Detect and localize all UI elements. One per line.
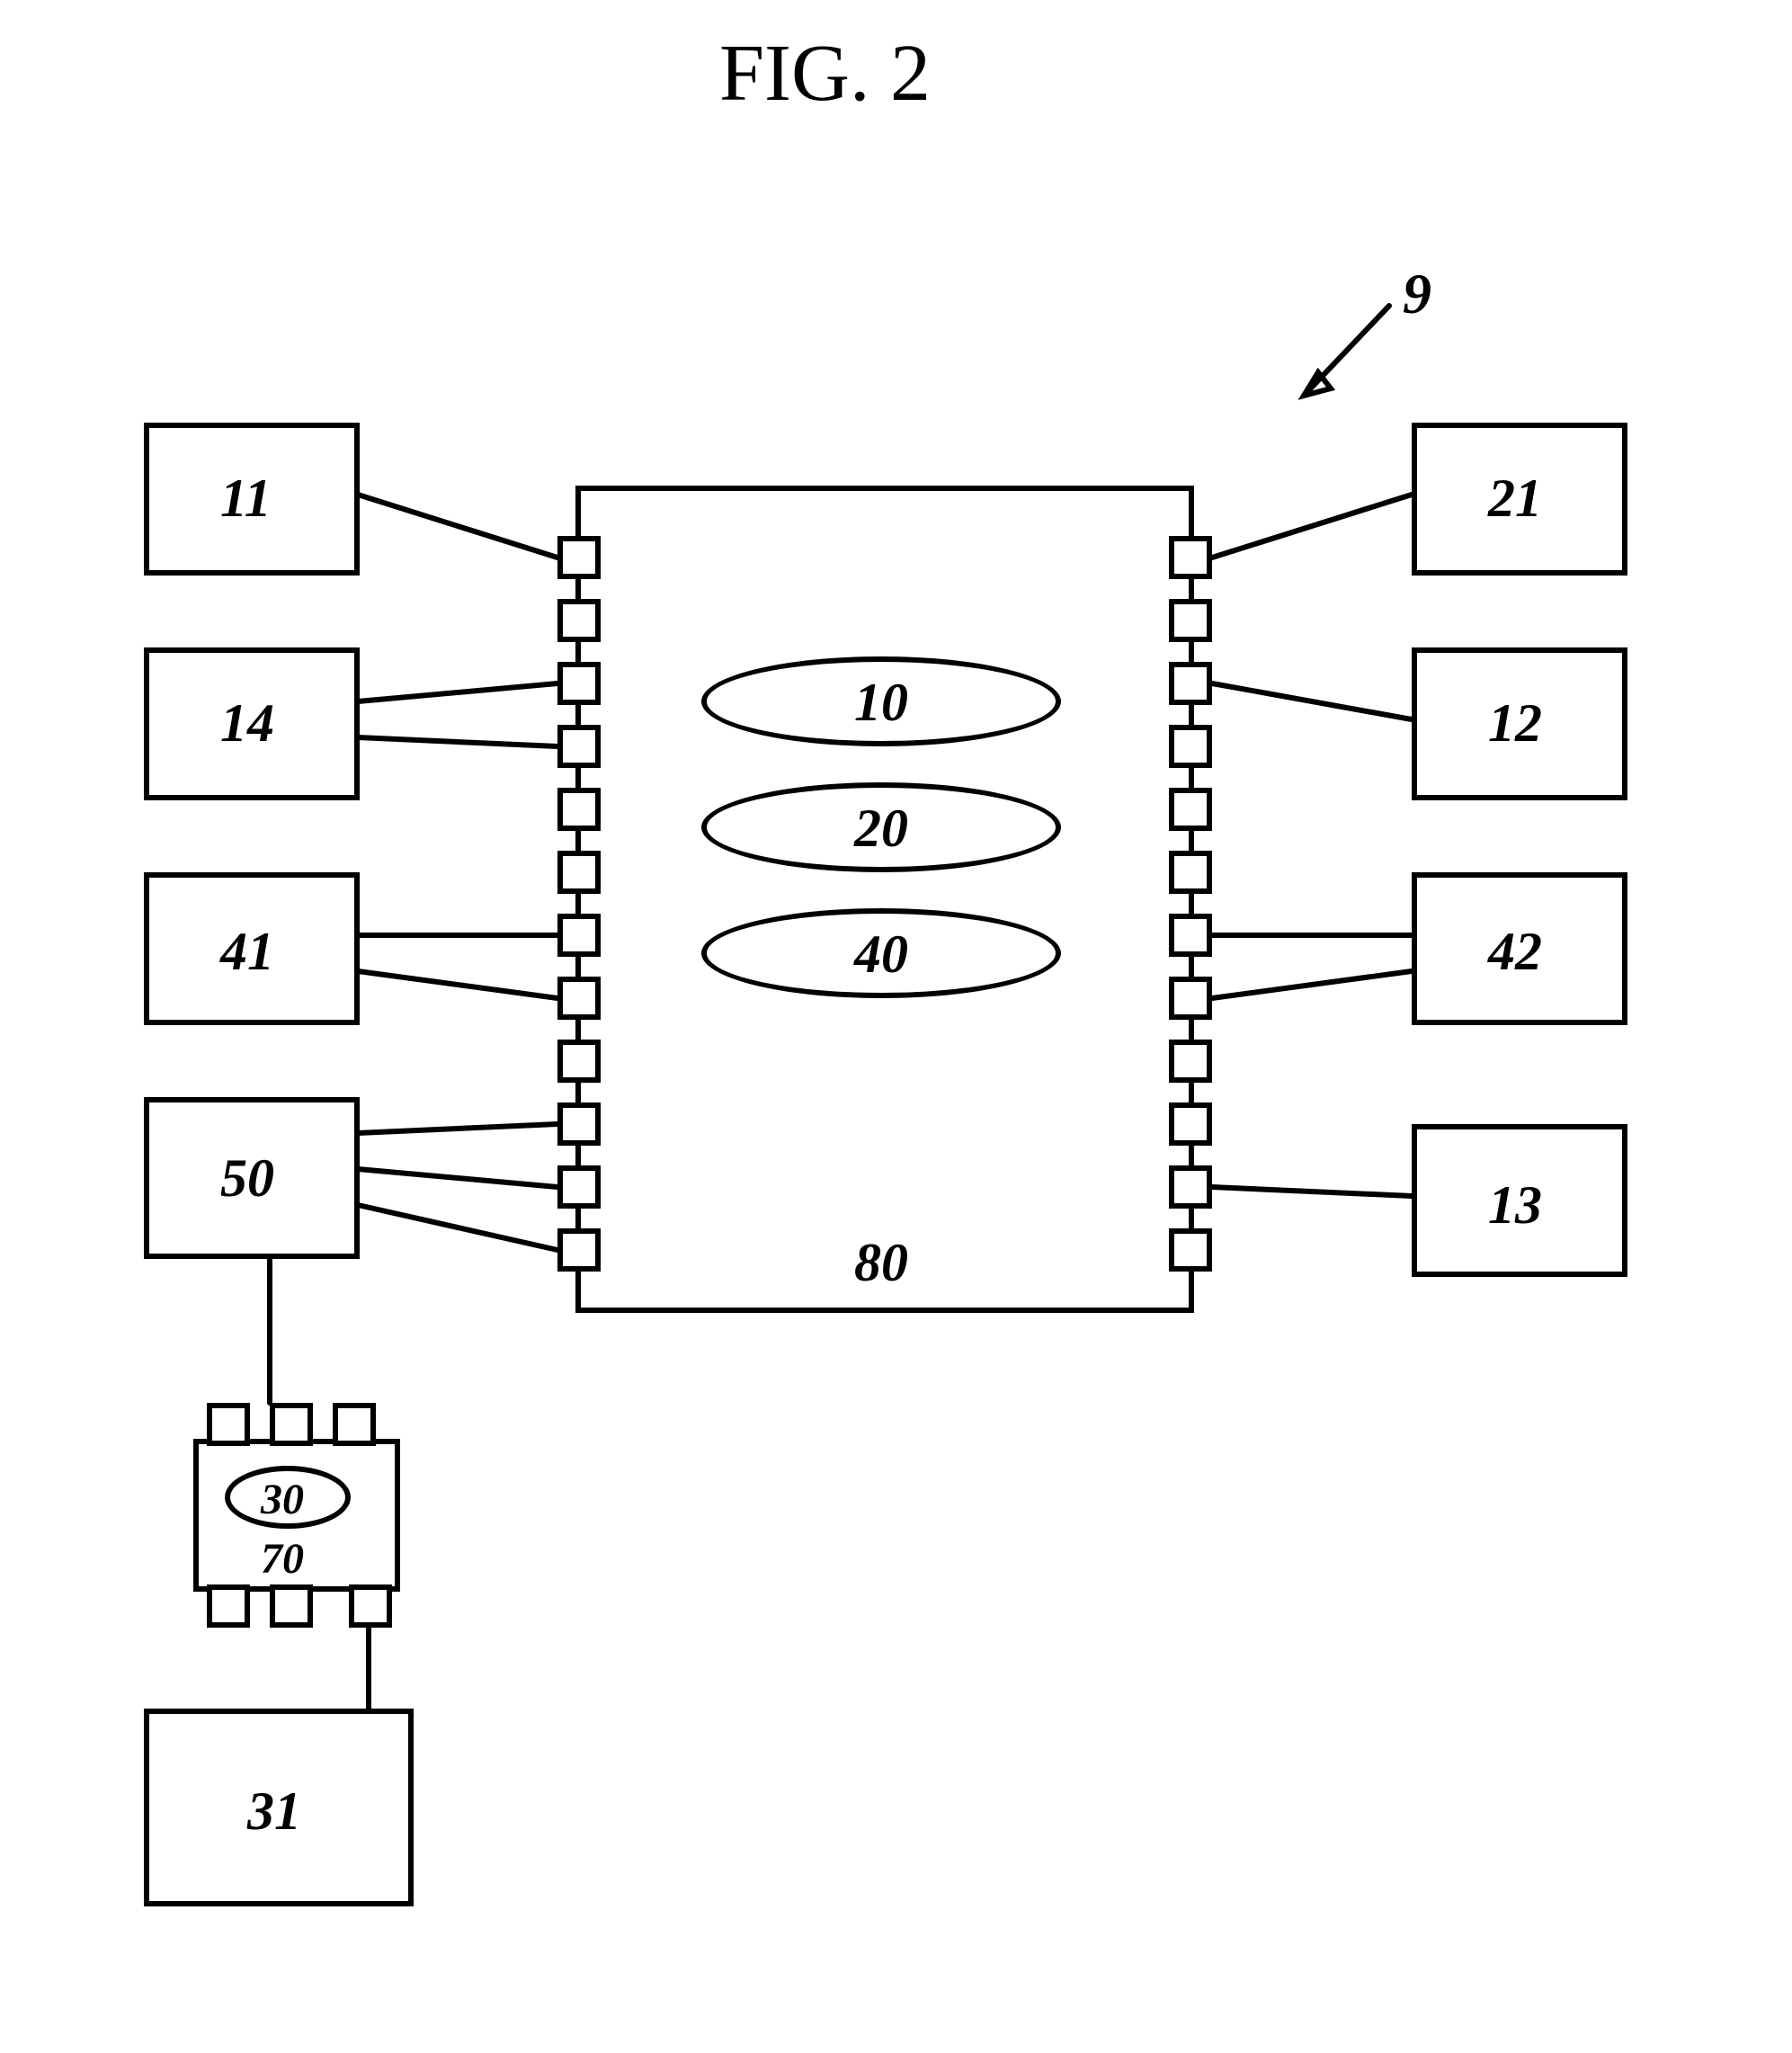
port-left-11 xyxy=(557,1165,601,1209)
port-right-4 xyxy=(1169,725,1212,768)
port-left-1 xyxy=(557,536,601,579)
port-right-7 xyxy=(1169,914,1212,957)
box-12-label: 12 xyxy=(1488,692,1542,754)
port-left-4 xyxy=(557,725,601,768)
port-right-3 xyxy=(1169,662,1212,705)
port-right-1 xyxy=(1169,536,1212,579)
sm-port-top-1 xyxy=(207,1403,250,1446)
box-42-label: 42 xyxy=(1488,921,1542,983)
port-left-10 xyxy=(557,1102,601,1146)
ellipse-40-label: 40 xyxy=(854,924,908,986)
sm-port-top-2 xyxy=(270,1403,313,1446)
port-right-5 xyxy=(1169,788,1212,831)
port-right-6 xyxy=(1169,851,1212,894)
port-left-2 xyxy=(557,599,601,642)
box-21-label: 21 xyxy=(1488,468,1542,530)
port-left-7 xyxy=(557,914,601,957)
sm-port-bot-1 xyxy=(207,1584,250,1628)
box-11-label: 11 xyxy=(220,468,272,530)
port-right-9 xyxy=(1169,1040,1212,1083)
ellipse-10-label: 10 xyxy=(854,672,908,734)
port-left-9 xyxy=(557,1040,601,1083)
port-right-10 xyxy=(1169,1102,1212,1146)
port-left-12 xyxy=(557,1228,601,1272)
box-13-label: 13 xyxy=(1488,1174,1542,1236)
sm-port-bot-3 xyxy=(349,1584,392,1628)
central-box-80 xyxy=(575,486,1194,1313)
box-31-label: 31 xyxy=(247,1781,301,1843)
small-module-label: 70 xyxy=(261,1534,304,1584)
port-right-12 xyxy=(1169,1228,1212,1272)
box-41-label: 41 xyxy=(220,921,274,983)
assembly-label: 9 xyxy=(1403,261,1431,327)
figure-title: FIG. 2 xyxy=(719,27,931,120)
port-left-8 xyxy=(557,977,601,1020)
port-left-6 xyxy=(557,851,601,894)
port-right-8 xyxy=(1169,977,1212,1020)
central-box-label: 80 xyxy=(854,1232,908,1294)
box-14-label: 14 xyxy=(220,692,274,754)
port-right-11 xyxy=(1169,1165,1212,1209)
port-right-2 xyxy=(1169,599,1212,642)
sm-port-top-3 xyxy=(333,1403,376,1446)
ellipse-20-label: 20 xyxy=(854,798,908,860)
ellipse-30-label: 30 xyxy=(261,1475,304,1524)
sm-port-bot-2 xyxy=(270,1584,313,1628)
port-left-3 xyxy=(557,662,601,705)
port-left-5 xyxy=(557,788,601,831)
box-50-label: 50 xyxy=(220,1147,274,1209)
